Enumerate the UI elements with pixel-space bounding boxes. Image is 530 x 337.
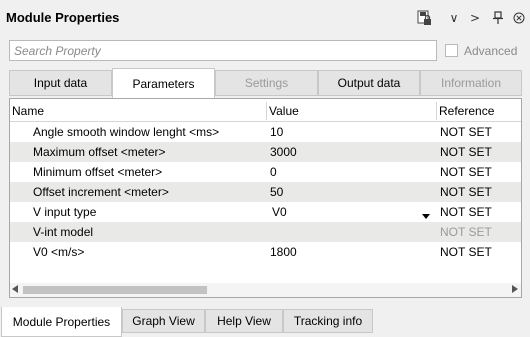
row-value[interactable]: 1800 [270, 245, 297, 259]
tab-input-data[interactable]: Input data [9, 70, 112, 96]
tab-graph-view[interactable]: Graph View [122, 309, 205, 333]
tab-parameters[interactable]: Parameters [112, 68, 215, 98]
tab-output-data[interactable]: Output data [318, 70, 420, 96]
pin-icon[interactable] [490, 10, 506, 26]
row-reference: NOT SET [440, 185, 492, 199]
tab-information[interactable]: Information [420, 70, 522, 96]
table-row[interactable]: V-int model NOT SET [10, 222, 521, 242]
scroll-left-icon[interactable] [12, 285, 18, 295]
row-name: Angle smooth window lenght <ms> [33, 125, 220, 139]
tab-help-view[interactable]: Help View [205, 309, 283, 333]
row-value[interactable]: 50 [270, 185, 283, 199]
table-row[interactable]: Offset increment <meter> 50 NOT SET [10, 182, 521, 202]
scrollbar-thumb[interactable] [23, 286, 207, 294]
row-value[interactable]: 3000 [270, 145, 297, 159]
row-reference: NOT SET [440, 245, 492, 259]
table-row[interactable]: Maximum offset <meter> 3000 NOT SET [10, 142, 521, 162]
table-row[interactable]: Minimum offset <meter> 0 NOT SET [10, 162, 521, 182]
close-icon[interactable] [511, 10, 527, 26]
chevron-down-icon[interactable]: ∨ [446, 10, 462, 26]
row-name: V input type [33, 205, 97, 219]
row-value[interactable]: 10 [270, 125, 283, 139]
tab-module-properties[interactable]: Module Properties [1, 307, 122, 337]
row-name: Maximum offset <meter> [33, 145, 166, 159]
table-row[interactable]: Angle smooth window lenght <ms> 10 NOT S… [10, 122, 521, 142]
table-row[interactable]: V input type V0 NOT SET [10, 202, 521, 222]
advanced-label: Advanced [464, 44, 518, 58]
save-lock-icon[interactable] [416, 10, 432, 26]
panel-title: Module Properties [6, 10, 120, 25]
row-value[interactable]: 0 [270, 165, 277, 179]
dropdown-arrow-icon[interactable] [422, 208, 430, 222]
column-separator [436, 102, 437, 120]
table-row[interactable]: V0 <m/s> 1800 NOT SET [10, 242, 521, 262]
advanced-checkbox[interactable] [445, 44, 458, 57]
scroll-right-icon[interactable] [512, 285, 518, 295]
column-separator [266, 102, 267, 120]
row-reference: NOT SET [440, 225, 492, 239]
row-name: Offset increment <meter> [33, 185, 169, 199]
v-input-type-select[interactable]: V0 [272, 205, 287, 219]
column-header-reference[interactable]: Reference [439, 104, 494, 121]
tab-tracking-info[interactable]: Tracking info [283, 309, 373, 333]
row-reference: NOT SET [440, 165, 492, 179]
column-header-name[interactable]: Name [12, 104, 44, 121]
row-reference: NOT SET [440, 125, 492, 139]
row-reference: NOT SET [440, 205, 492, 219]
row-name: V-int model [33, 225, 94, 239]
search-property-input[interactable]: Search Property [9, 40, 437, 61]
column-header-value[interactable]: Value [269, 104, 299, 121]
chevron-right-icon[interactable]: > [467, 10, 483, 26]
row-name: V0 <m/s> [33, 245, 85, 259]
row-reference: NOT SET [440, 145, 492, 159]
tab-settings[interactable]: Settings [215, 70, 318, 96]
row-name: Minimum offset <meter> [33, 165, 163, 179]
search-placeholder: Search Property [14, 44, 101, 58]
